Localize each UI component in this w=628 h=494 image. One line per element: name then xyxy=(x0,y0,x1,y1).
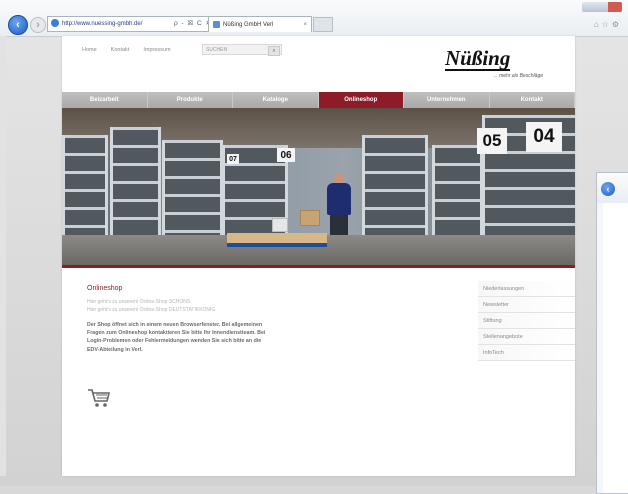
logo-wordmark: Nüßing xyxy=(445,46,511,71)
second-window-back-button[interactable]: ‹ xyxy=(601,182,615,196)
info-line: Fragen zum Onlineshop kontaktieren Sie b… xyxy=(87,330,266,337)
address-controls[interactable]: ρ - ☒ C ✕ xyxy=(174,19,212,27)
web-page: Home Kontakt Impressum SUCHEN ⌕ Nüßing .… xyxy=(62,36,575,476)
sidebar-item-stiftung[interactable]: Stiftung xyxy=(478,313,575,329)
page-title: Onlineshop xyxy=(87,285,123,292)
hero-shelf xyxy=(432,145,483,245)
info-line: Der Shop öffnet sich in einem neuen Brow… xyxy=(87,322,263,328)
nav-item-onlineshop[interactable]: Onlineshop xyxy=(318,92,404,108)
nav-item-unternehmen[interactable]: Unternehmen xyxy=(404,92,490,108)
second-browser-window[interactable]: ‹ xyxy=(596,172,628,494)
warehouse-hero-image: 05 04 06 07 xyxy=(62,108,575,265)
window-controls[interactable] xyxy=(582,2,622,12)
second-window-page xyxy=(603,203,628,493)
top-navigation: Home Kontakt Impressum xyxy=(82,47,171,53)
aisle-sign: 04 xyxy=(526,122,562,152)
shop-link-1[interactable]: Hier geht's zu unserem Online-Shop SCHON… xyxy=(87,298,322,306)
address-bar[interactable]: http://www.nuessing-gmbh.de/ ρ - ☒ C ✕ xyxy=(47,16,217,32)
topnav-home-link[interactable]: Home xyxy=(82,47,97,53)
hero-monitor xyxy=(272,218,288,232)
hero-shelf xyxy=(162,140,223,245)
hero-box xyxy=(300,210,320,226)
sidebar-item-newsletter[interactable]: Newsletter xyxy=(478,297,575,313)
tab-title: Nüßing GmbH Verl xyxy=(223,21,274,28)
hero-shelf xyxy=(362,135,428,245)
info-paragraph: Der Shop öffnet sich in einem neuen Brow… xyxy=(87,321,322,354)
shop-link-2[interactable]: Hier geht's zu unserem Online-Shop DEUTS… xyxy=(87,306,322,314)
sidebar-item-stellenangebote[interactable]: Stellenangebote xyxy=(478,329,575,345)
company-logo[interactable]: Nüßing ... mehr als Beschläge xyxy=(445,48,545,80)
nav-item-beizarbeit[interactable]: Beizarbeit xyxy=(62,92,148,108)
tab-close-icon[interactable]: × xyxy=(303,22,307,28)
toolbar-icons[interactable]: ⌂☆⚙ xyxy=(594,20,622,29)
tab-favicon-icon xyxy=(213,21,220,28)
hero-shelf xyxy=(62,135,108,245)
logo-tagline: ... mehr als Beschläge xyxy=(493,73,543,79)
info-line: Login-Problemen oder Fehlermeldungen wen… xyxy=(87,338,262,345)
new-tab-button[interactable] xyxy=(313,17,333,32)
main-navigation: Beizarbeit Produkte Kataloge Onlineshop … xyxy=(62,92,575,108)
topnav-impressum-link[interactable]: Impressum xyxy=(143,47,170,53)
shopping-cart-icon[interactable] xyxy=(87,388,111,408)
nav-item-produkte[interactable]: Produkte xyxy=(148,92,233,108)
sidebar: Niederlassungen Newsletter Stiftung Stel… xyxy=(478,281,575,361)
search-icon: ⌕ xyxy=(272,47,276,54)
info-line: EDV-Abteilung in Verl. xyxy=(87,346,143,353)
browser-tab[interactable]: Nüßing GmbH Verl × xyxy=(208,16,312,32)
hero-worker-legs xyxy=(330,215,348,235)
ie-favicon-icon xyxy=(51,19,59,27)
browser-toolbar: ‹ › http://www.nuessing-gmbh.de/ ρ - ☒ C… xyxy=(0,0,628,37)
hero-workbench xyxy=(227,233,327,247)
search-placeholder: SUCHEN xyxy=(206,46,228,53)
hero-worker-body xyxy=(327,183,351,215)
hero-shelf xyxy=(110,127,161,245)
search-input[interactable]: SUCHEN ⌕ xyxy=(202,44,282,56)
left-frame xyxy=(0,36,6,476)
sidebar-item-niederlassungen[interactable]: Niederlassungen xyxy=(478,281,575,297)
hero-worker xyxy=(324,173,354,235)
back-button[interactable]: ‹ xyxy=(8,15,28,35)
nav-item-kontakt[interactable]: Kontakt xyxy=(490,92,575,108)
forward-button[interactable]: › xyxy=(30,17,46,33)
aisle-sign: 07 xyxy=(227,154,239,164)
nav-item-kataloge[interactable]: Kataloge xyxy=(233,92,319,108)
hero-accent-bar xyxy=(62,265,575,268)
search-button[interactable]: ⌕ xyxy=(268,46,280,56)
aisle-sign: 06 xyxy=(277,148,295,162)
topnav-kontakt-link[interactable]: Kontakt xyxy=(111,47,130,53)
aisle-sign: 05 xyxy=(477,128,507,154)
second-window-toolbar: ‹ xyxy=(597,173,628,203)
address-url[interactable]: http://www.nuessing-gmbh.de/ xyxy=(62,21,142,27)
main-content: Onlineshop Hier geht's zu unserem Online… xyxy=(87,285,322,354)
sidebar-item-infotech[interactable]: InfoTech xyxy=(478,345,575,361)
